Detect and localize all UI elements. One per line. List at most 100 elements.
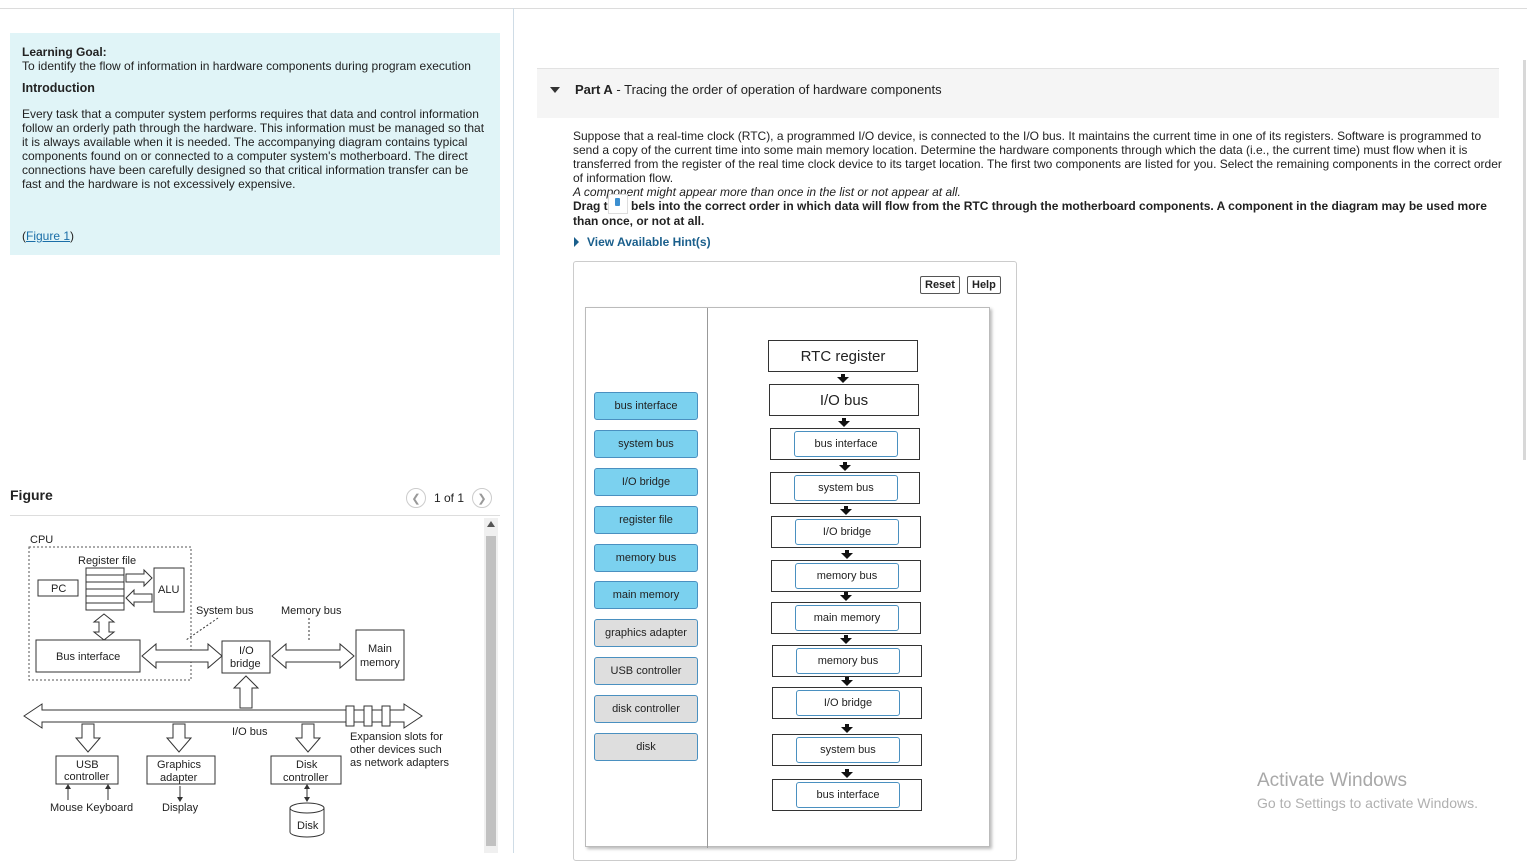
panel-divider xyxy=(513,8,514,853)
main-memory-label-2: memory xyxy=(360,657,400,669)
bus-interface-label: Bus interface xyxy=(56,651,120,663)
learning-goal-label: Learning Goal: xyxy=(22,45,107,59)
chevron-right-icon: ❯ xyxy=(477,492,487,505)
placed-label[interactable]: I/O bridge xyxy=(795,519,899,545)
drop-slot-1[interactable]: bus interface xyxy=(770,428,920,460)
bank-separator xyxy=(707,308,708,848)
label-disk-controller[interactable]: disk controller xyxy=(594,695,698,723)
page-scrollbar[interactable] xyxy=(1523,60,1526,460)
part-a-title: Part A - Tracing the order of operation … xyxy=(575,82,942,97)
disk-label: Disk xyxy=(297,820,319,832)
memory-bus-label: Memory bus xyxy=(281,605,342,617)
label-memory-bus[interactable]: memory bus xyxy=(594,544,698,572)
arrow-down-icon xyxy=(841,769,853,778)
figure-title: Figure xyxy=(10,487,53,503)
instruction-suffix: bels into the correct order in which dat… xyxy=(573,199,1487,228)
arrow-down-icon xyxy=(840,592,852,601)
placed-label[interactable]: system bus xyxy=(794,475,898,501)
alu-label: ALU xyxy=(158,584,179,596)
view-hints-toggle[interactable]: View Available Hint(s) xyxy=(574,235,711,249)
placed-label[interactable]: memory bus xyxy=(795,563,899,589)
drop-slot-3[interactable]: I/O bridge xyxy=(771,516,921,548)
pager-text: 1 of 1 xyxy=(434,491,465,505)
disk-ctrl-label-2: controller xyxy=(283,772,329,784)
arrow-down-icon xyxy=(841,550,853,559)
main-memory-block xyxy=(355,629,405,681)
hints-label: View Available Hint(s) xyxy=(587,235,711,249)
drop-slot-6[interactable]: memory bus xyxy=(772,645,922,677)
introduction-heading: Introduction xyxy=(22,81,95,95)
arrow-down-icon xyxy=(840,506,852,515)
prev-figure-button[interactable]: ❮ xyxy=(406,488,426,508)
question-text: Suppose that a real-time clock (RTC), a … xyxy=(573,129,1502,185)
display-label: Display xyxy=(162,802,199,814)
top-border xyxy=(0,8,1527,9)
drag-drop-widget: Reset Help bus interface system bus I/O … xyxy=(573,261,1017,861)
learning-goal-text: To identify the flow of information in h… xyxy=(22,59,471,73)
introduction-text: Every task that a computer system perfor… xyxy=(22,107,485,191)
label-register-file[interactable]: register file xyxy=(594,506,698,534)
label-graphics-adapter[interactable]: graphics adapter xyxy=(594,619,698,647)
io-bridge-label-1: I/O xyxy=(239,645,254,657)
label-disk[interactable]: disk xyxy=(594,733,698,761)
system-bus-label: System bus xyxy=(196,605,254,617)
label-system-bus[interactable]: system bus xyxy=(594,430,698,458)
arrow-down-icon xyxy=(837,374,849,383)
graphics-label-2: adapter xyxy=(160,772,198,784)
caret-right-icon xyxy=(574,237,579,247)
question-text-block: Suppose that a real-time clock (RTC), a … xyxy=(573,129,1503,199)
arrow-down-icon xyxy=(839,462,851,471)
placed-label[interactable]: I/O bridge xyxy=(796,690,900,716)
caret-down-icon xyxy=(550,87,560,93)
fixed-step-rtc-register: RTC register xyxy=(768,340,918,372)
mouse-keyboard-label: Mouse Keyboard xyxy=(50,802,133,814)
part-a-label: Part A xyxy=(575,82,613,97)
drag-cursor-icon xyxy=(607,194,628,214)
scroll-up-icon[interactable] xyxy=(487,521,495,527)
io-bus-label: I/O bus xyxy=(232,726,268,738)
drop-slot-7[interactable]: I/O bridge xyxy=(772,687,922,719)
arrow-down-icon xyxy=(841,724,853,733)
label-main-memory[interactable]: main memory xyxy=(594,581,698,609)
label-usb-controller[interactable]: USB controller xyxy=(594,657,698,685)
arrow-down-icon xyxy=(841,677,853,686)
placed-label[interactable]: main memory xyxy=(795,605,899,631)
part-a-subtitle: - Tracing the order of operation of hard… xyxy=(612,82,942,97)
drop-slot-8[interactable]: system bus xyxy=(772,734,922,766)
activation-watermark-text: Go to Settings to activate Windows. xyxy=(1257,795,1478,811)
drop-slot-9[interactable]: bus interface xyxy=(772,779,922,811)
placed-label[interactable]: memory bus xyxy=(796,648,900,674)
help-button[interactable]: Help xyxy=(967,276,1001,294)
label-io-bridge[interactable]: I/O bridge xyxy=(594,468,698,496)
figure-1-link[interactable]: Figure 1 xyxy=(26,229,70,243)
figure-pager: ❮ 1 of 1 ❯ xyxy=(406,487,493,509)
drop-slot-2[interactable]: system bus xyxy=(770,472,920,504)
disk-icon xyxy=(289,802,325,814)
expansion-label-3: as network adapters xyxy=(350,757,450,769)
figure-scroll-thumb[interactable] xyxy=(486,536,496,846)
drop-slot-5[interactable]: main memory xyxy=(771,602,921,634)
placed-label[interactable]: bus interface xyxy=(796,782,900,808)
paren-close: ) xyxy=(70,229,75,243)
reset-button[interactable]: Reset xyxy=(920,276,960,294)
drag-instruction: Drag t bels into the correct order in wh… xyxy=(573,194,1503,228)
pc-label: PC xyxy=(51,583,66,595)
figure-rule xyxy=(10,515,500,516)
io-bridge-label-2: bridge xyxy=(230,658,261,670)
label-bus-interface[interactable]: bus interface xyxy=(594,392,698,420)
placed-label[interactable]: system bus xyxy=(796,737,900,763)
memory-bus-arrow xyxy=(271,642,355,670)
arrow-down-icon xyxy=(838,418,850,427)
fixed-step-io-bus: I/O bus xyxy=(769,384,919,416)
placed-label[interactable]: bus interface xyxy=(794,431,898,457)
disk-ctrl-label-1: Disk xyxy=(296,759,318,771)
cpu-label: CPU xyxy=(30,534,53,546)
system-bus-arrow xyxy=(141,642,223,670)
instruction-prefix: Drag t xyxy=(573,199,608,213)
part-a-header[interactable]: Part A - Tracing the order of operation … xyxy=(537,68,1499,118)
drop-slot-4[interactable]: memory bus xyxy=(771,560,921,592)
figure-scrollbar[interactable] xyxy=(484,518,498,853)
next-figure-button[interactable]: ❯ xyxy=(472,488,493,508)
figure-link-wrap: (Figure 1) xyxy=(22,229,74,243)
graphics-label-1: Graphics xyxy=(157,759,202,771)
